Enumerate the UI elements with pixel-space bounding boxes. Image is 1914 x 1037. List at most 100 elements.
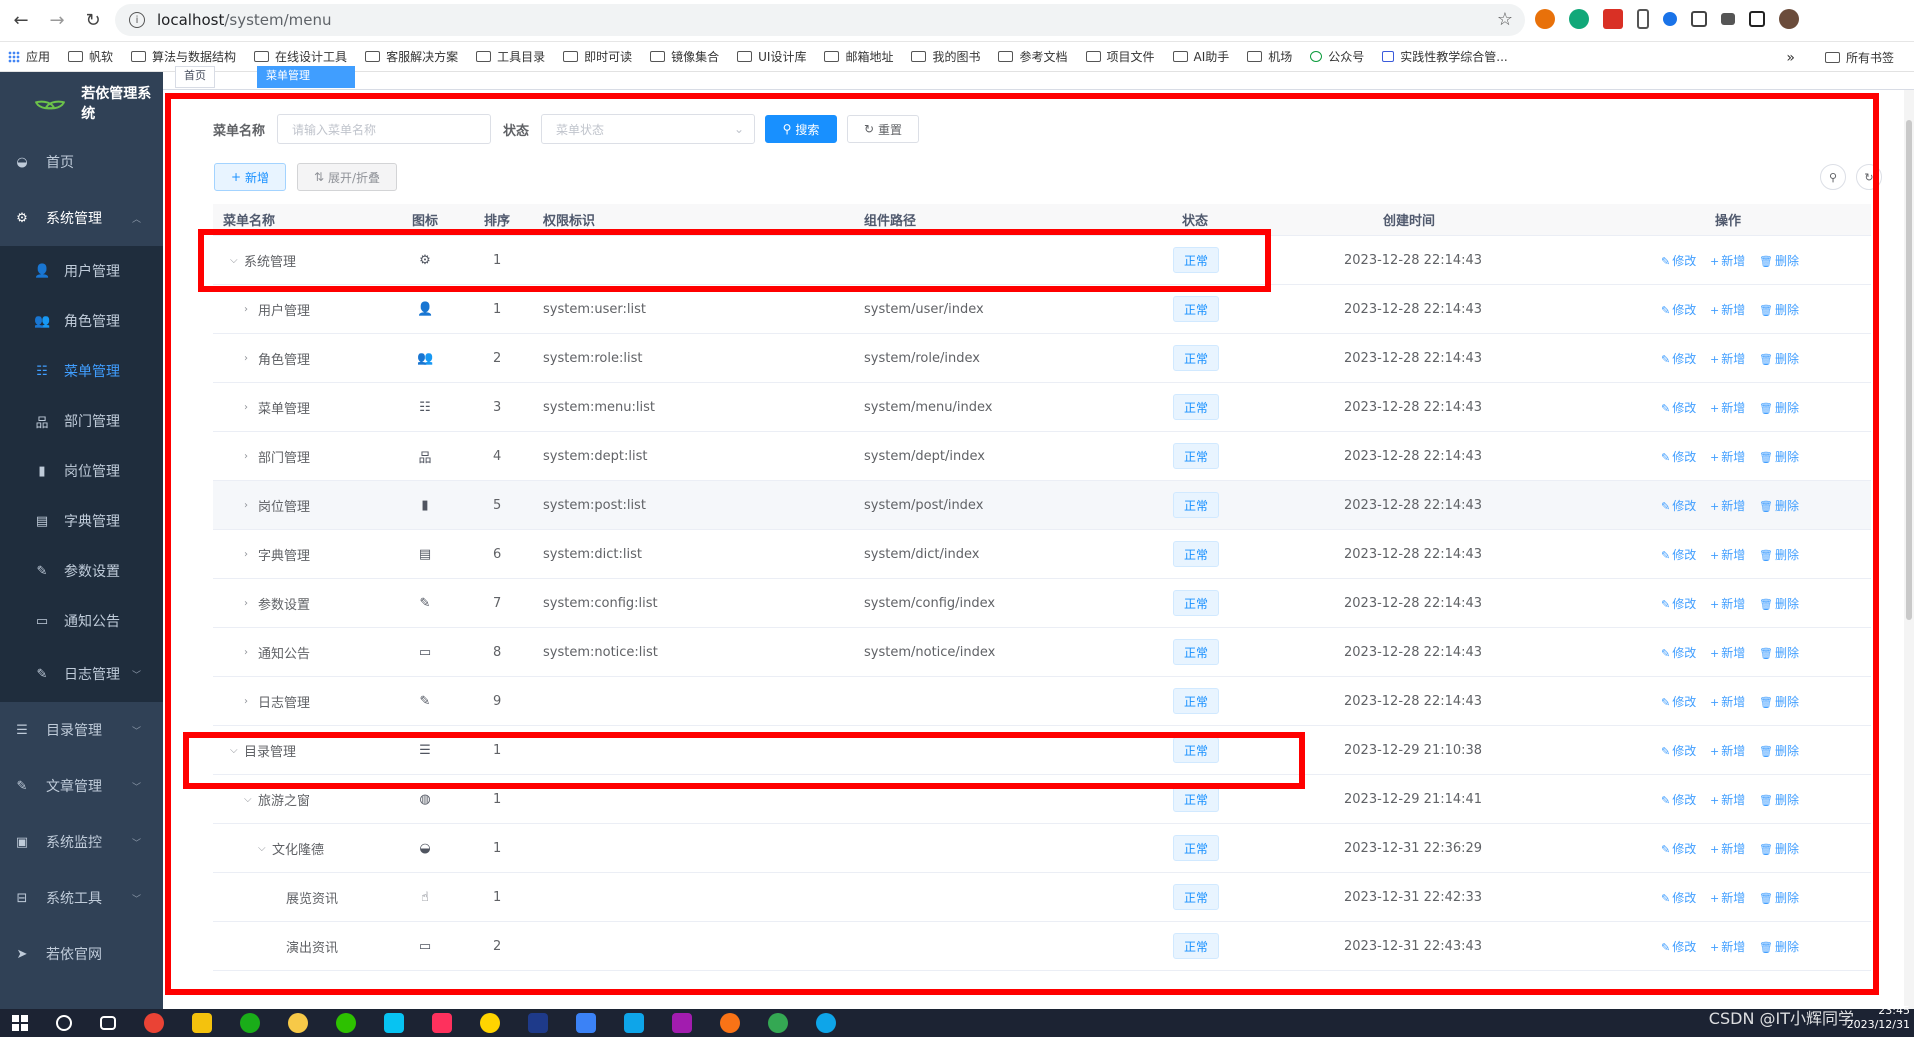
sidebar-item-user[interactable]: 👤 用户管理	[0, 246, 163, 296]
search-button[interactable]: ⚲ 搜索	[765, 115, 838, 143]
sidebar-item-menu[interactable]: ☷ 菜单管理	[0, 346, 163, 396]
extension-icon[interactable]	[1535, 9, 1555, 29]
bookmark-folder[interactable]: 工具目录	[476, 48, 545, 65]
bookmarks-more[interactable]: »	[1786, 50, 1795, 66]
expand-icon[interactable]: ›	[244, 500, 248, 511]
page-scrollbar[interactable]	[1904, 90, 1914, 1009]
add-link[interactable]: + 新增	[1710, 742, 1745, 759]
sidepanel-icon[interactable]	[1749, 11, 1765, 27]
scrollbar-thumb[interactable]	[1906, 120, 1912, 620]
app-icon[interactable]	[480, 1013, 500, 1033]
sidebar-item-article[interactable]: ✎ 文章管理 ﹀	[0, 758, 163, 814]
add-link[interactable]: + 新增	[1710, 252, 1745, 269]
expand-icon[interactable]: ›	[244, 353, 248, 364]
delete-link[interactable]: 🗑 删除	[1759, 840, 1799, 857]
table-row[interactable]: ⌵ 系统管理 ⚙ 1 正常 2023-12-28 22:14:43 ✎ 修改 + 新增 🗑 删除	[213, 236, 1871, 285]
app-icon[interactable]	[528, 1013, 548, 1033]
tag-current[interactable]: 菜单管理	[257, 66, 355, 88]
back-icon[interactable]: ←	[6, 6, 36, 36]
all-bookmarks[interactable]: 所有书签	[1846, 49, 1894, 66]
edit-link[interactable]: ✎ 修改	[1661, 889, 1696, 906]
expand-icon[interactable]: ›	[244, 402, 248, 413]
expand-icon[interactable]: ⌵	[258, 843, 266, 854]
refresh-table-button[interactable]: ↻	[1856, 164, 1882, 190]
delete-link[interactable]: 🗑 删除	[1759, 938, 1799, 955]
add-link[interactable]: + 新增	[1710, 497, 1745, 514]
table-row[interactable]: › 部门管理 品 4 system:dept:list system/dept/index…	[213, 432, 1871, 481]
search-icon[interactable]	[56, 1015, 72, 1031]
taskbar-clock[interactable]: 23:45 2023/12/31	[1847, 1004, 1910, 1032]
delete-link[interactable]: 🗑 删除	[1759, 595, 1799, 612]
bookmark-folder[interactable]: 参考文档	[998, 48, 1068, 65]
expand-icon[interactable]: ⌵	[230, 745, 238, 756]
add-link[interactable]: + 新增	[1710, 840, 1745, 857]
bookmark-folder[interactable]: 邮箱地址	[824, 48, 893, 65]
add-button[interactable]: + 新增	[214, 163, 286, 191]
delete-link[interactable]: 🗑 删除	[1759, 644, 1799, 661]
table-row[interactable]: › 字典管理 ▤ 6 system:dict:list system/dict/index…	[213, 530, 1871, 579]
webstorm-icon[interactable]	[384, 1013, 404, 1033]
add-link[interactable]: + 新增	[1710, 791, 1745, 808]
add-link[interactable]: + 新增	[1710, 595, 1745, 612]
edit-link[interactable]: ✎ 修改	[1661, 840, 1696, 857]
app-icon[interactable]	[240, 1013, 260, 1033]
sidebar-item-system[interactable]: ⚙ 系统管理 ︿	[0, 190, 163, 246]
delete-link[interactable]: 🗑 删除	[1759, 889, 1799, 906]
table-row[interactable]: › 通知公告 ▭ 8 system:notice:list system/notice/i…	[213, 628, 1871, 677]
expand-icon[interactable]: ›	[244, 696, 248, 707]
expand-icon[interactable]: ⌵	[244, 794, 252, 805]
table-row[interactable]: › 角色管理 👥 2 system:role:list system/role/index…	[213, 334, 1871, 383]
bookmark-folder[interactable]: UI设计库	[737, 48, 806, 65]
edge-icon[interactable]	[816, 1013, 836, 1033]
winrar-icon[interactable]	[672, 1013, 692, 1033]
delete-link[interactable]: 🗑 删除	[1759, 399, 1799, 416]
extension-icon[interactable]	[1663, 12, 1677, 26]
table-row[interactable]: › 用户管理 👤 1 system:user:list system/user/index…	[213, 285, 1871, 334]
app-icon[interactable]	[288, 1013, 308, 1033]
edit-link[interactable]: ✎ 修改	[1661, 350, 1696, 367]
extension-icon[interactable]	[1603, 9, 1623, 29]
sidebar-item-home[interactable]: ◒ 首页	[0, 134, 163, 190]
add-link[interactable]: + 新增	[1710, 938, 1745, 955]
expand-icon[interactable]: ›	[244, 549, 248, 560]
edit-link[interactable]: ✎ 修改	[1661, 644, 1696, 661]
table-row[interactable]: ⌵ 旅游之窗 ◍ 1 正常 2023-12-29 21:14:41 ✎ 修改 + 新增 🗑 删除	[213, 775, 1871, 824]
bookmark-apps[interactable]: 应用	[8, 48, 50, 65]
status-select[interactable]: 菜单状态 ⌄	[541, 114, 756, 144]
delete-link[interactable]: 🗑 删除	[1759, 791, 1799, 808]
sidebar-item-role[interactable]: 👥 角色管理	[0, 296, 163, 346]
site-info-icon[interactable]: i	[129, 12, 145, 28]
table-row[interactable]: › 参数设置 ✎ 7 system:config:list system/config/i…	[213, 579, 1871, 628]
edit-link[interactable]: ✎ 修改	[1661, 301, 1696, 318]
expand-icon[interactable]: ›	[244, 451, 248, 462]
add-link[interactable]: + 新增	[1710, 301, 1745, 318]
add-link[interactable]: + 新增	[1710, 448, 1745, 465]
bookmark-folder[interactable]: AI助手	[1172, 48, 1229, 65]
bookmark-star-icon[interactable]: ☆	[1497, 9, 1513, 30]
delete-link[interactable]: 🗑 删除	[1759, 350, 1799, 367]
delete-link[interactable]: 🗑 删除	[1759, 448, 1799, 465]
table-row[interactable]: › 日志管理 ✎ 9 正常 2023-12-28 22:14:43 ✎ 修改 + 新增 🗑 删除	[213, 677, 1871, 726]
edit-link[interactable]: ✎ 修改	[1661, 546, 1696, 563]
sidebar-item-catalog[interactable]: ☰ 目录管理 ﹀	[0, 702, 163, 758]
extension-icon[interactable]	[1569, 9, 1589, 29]
menu-name-input[interactable]: 请输入菜单名称	[277, 114, 492, 144]
bookmark-folder[interactable]: 在线设计工具	[254, 48, 347, 65]
sidebar-item-dict[interactable]: ▤ 字典管理	[0, 496, 163, 546]
table-row[interactable]: ⌵ 目录管理 ☰ 1 正常 2023-12-29 21:10:38 ✎ 修改 + 新增 🗑 删除	[213, 726, 1871, 775]
media-icon[interactable]	[1721, 13, 1735, 25]
delete-link[interactable]: 🗑 删除	[1759, 301, 1799, 318]
sidebar-item-tool[interactable]: ⊟ 系统工具 ﹀	[0, 870, 163, 926]
profile-avatar[interactable]	[1779, 9, 1799, 29]
expand-icon[interactable]: ⌵	[230, 255, 238, 266]
bookmark-folder[interactable]: 我的图书	[911, 48, 980, 65]
file-explorer-icon[interactable]	[192, 1013, 212, 1033]
bookmark-folder[interactable]: 帆软	[68, 48, 113, 65]
edit-link[interactable]: ✎ 修改	[1661, 448, 1696, 465]
edit-link[interactable]: ✎ 修改	[1661, 791, 1696, 808]
bookmark-folder[interactable]: 机场	[1247, 48, 1292, 65]
add-link[interactable]: + 新增	[1710, 889, 1745, 906]
edit-link[interactable]: ✎ 修改	[1661, 595, 1696, 612]
add-link[interactable]: + 新增	[1710, 399, 1745, 416]
edit-link[interactable]: ✎ 修改	[1661, 742, 1696, 759]
